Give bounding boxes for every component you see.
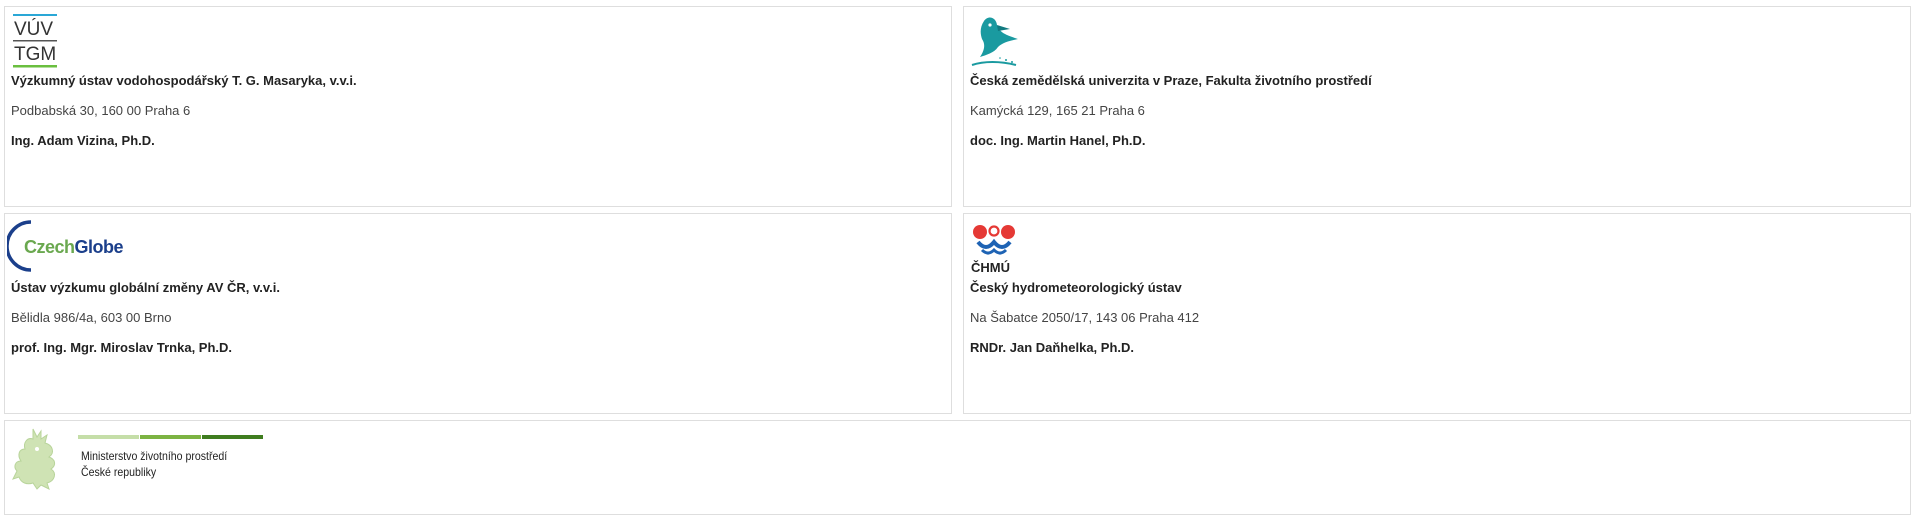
ministry-line2: České republiky bbox=[81, 465, 157, 479]
partner-address: Na Šabatce 2050/17, 143 06 Praha 412 bbox=[970, 310, 1200, 325]
vuv-logo-text-top: VÚV bbox=[14, 18, 53, 40]
partner-name: Česká zemědělská univerzita v Praze, Fak… bbox=[970, 73, 1372, 88]
partner-contact: doc. Ing. Martin Hanel, Ph.D. bbox=[970, 133, 1146, 148]
ministry-bar-mid bbox=[140, 435, 201, 439]
partner-card-czu: Česká zemědělská univerzita v Praze, Fak… bbox=[963, 6, 1911, 207]
chmu-logo-icon: ČHMÚ bbox=[971, 225, 1015, 275]
partner-contact: RNDr. Jan Daňhelka, Ph.D. bbox=[970, 340, 1134, 355]
partner-card-czechglobe: CzechGlobe Ústav výzkumu globální změny … bbox=[4, 213, 952, 414]
vuv-tgm-logo-icon: VÚV TGM bbox=[13, 14, 57, 68]
partner-name: Český hydrometeorologický ústav bbox=[970, 280, 1182, 295]
partner-contact: Ing. Adam Vizina, Ph.D. bbox=[11, 133, 155, 148]
partner-card-chmu: ČHMÚ Český hydrometeorologický ústav Na … bbox=[963, 213, 1911, 414]
czechglobe-text-b: Globe bbox=[75, 237, 124, 257]
partner-card-vuv: VÚV TGM Výzkumný ústav vodohospodářský T… bbox=[4, 6, 952, 207]
czechglobe-text-a: Czech bbox=[24, 237, 75, 257]
kingfisher-logo-icon bbox=[971, 17, 1018, 66]
czech-lion-icon bbox=[12, 428, 56, 490]
partner-contact: prof. Ing. Mgr. Miroslav Trnka, Ph.D. bbox=[11, 340, 233, 355]
partner-name: Výzkumný ústav vodohospodářský T. G. Mas… bbox=[11, 73, 357, 88]
partner-address: Kamýcká 129, 165 21 Praha 6 bbox=[970, 103, 1145, 118]
chmu-logo-text: ČHMÚ bbox=[971, 260, 1010, 275]
czechglobe-logo-icon: CzechGlobe bbox=[7, 220, 124, 272]
partner-name: Ústav výzkumu globální změny AV ČR, v.v.… bbox=[11, 280, 280, 295]
partner-address: Podbabská 30, 160 00 Praha 6 bbox=[11, 103, 191, 118]
ministry-bar-dark bbox=[202, 435, 263, 439]
ministry-color-bars bbox=[78, 435, 264, 439]
ministry-bar-light bbox=[78, 435, 139, 439]
ministry-line1: Ministerstvo životního prostředí bbox=[81, 449, 228, 463]
svg-text:CzechGlobe: CzechGlobe bbox=[24, 237, 124, 257]
vuv-logo-text-bottom: TGM bbox=[14, 44, 56, 65]
ministry-name: Ministerstvo životního prostředí České r… bbox=[81, 448, 227, 480]
partner-address: Bělidla 986/4a, 603 00 Brno bbox=[11, 310, 172, 325]
partner-card-ministry: Ministerstvo životního prostředí České r… bbox=[4, 420, 1911, 515]
